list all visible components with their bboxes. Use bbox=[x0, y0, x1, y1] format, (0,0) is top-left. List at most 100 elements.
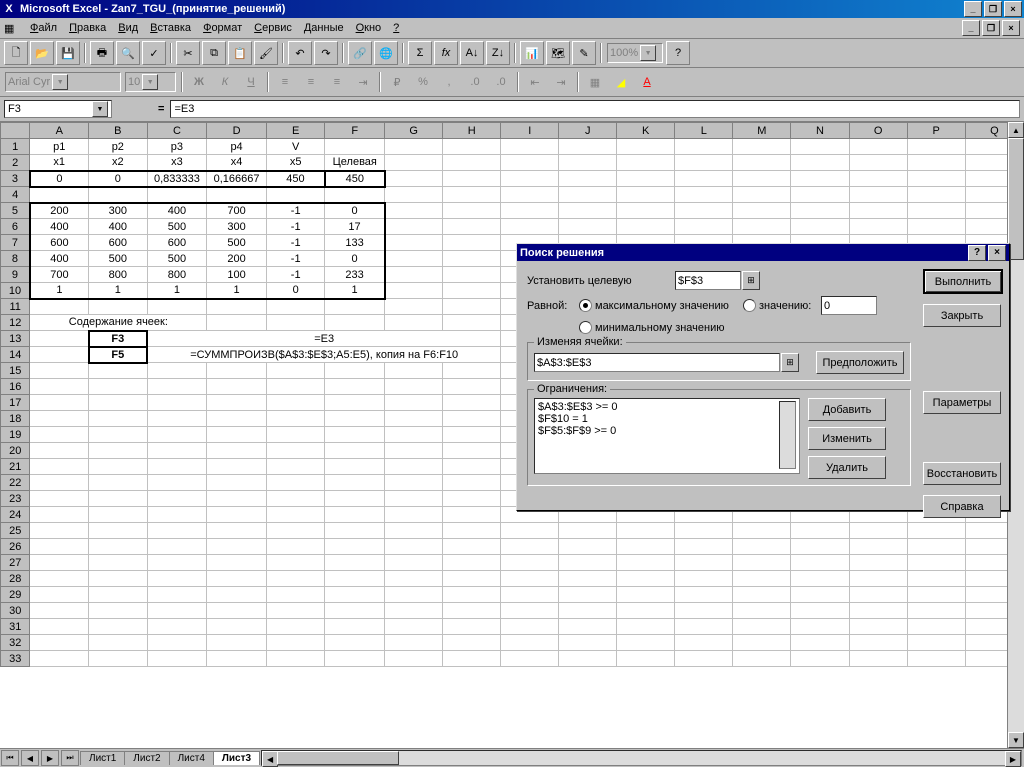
col-header-P[interactable]: P bbox=[907, 123, 965, 139]
cell-C21[interactable] bbox=[147, 459, 207, 475]
cell-A10[interactable]: 1 bbox=[30, 283, 89, 299]
cell-E11[interactable] bbox=[266, 299, 325, 315]
preview-button[interactable]: 🔍 bbox=[116, 41, 140, 65]
cell-K29[interactable] bbox=[617, 587, 675, 603]
cell-E32[interactable] bbox=[266, 635, 325, 651]
cell-B28[interactable] bbox=[89, 571, 148, 587]
cell-J3[interactable] bbox=[559, 171, 617, 187]
borders-button[interactable]: ▦ bbox=[583, 70, 607, 94]
cell-D26[interactable] bbox=[207, 539, 267, 555]
constraint-item[interactable]: $F$10 = 1 bbox=[538, 413, 796, 425]
col-header-C[interactable]: C bbox=[147, 123, 207, 139]
row-header-3[interactable]: 3 bbox=[1, 171, 30, 187]
cell-D20[interactable] bbox=[207, 443, 267, 459]
cell-J5[interactable] bbox=[559, 203, 617, 219]
cell-B22[interactable] bbox=[89, 475, 148, 491]
cell-D2[interactable]: x4 bbox=[207, 155, 267, 171]
cell-O29[interactable] bbox=[849, 587, 907, 603]
cell-G15[interactable] bbox=[385, 363, 443, 379]
cell-A12[interactable]: Содержание ячеек: bbox=[30, 315, 207, 331]
cell-C7[interactable]: 600 bbox=[147, 235, 207, 251]
solver-delete-button[interactable]: Удалить bbox=[808, 456, 886, 479]
cell-G3[interactable] bbox=[385, 171, 443, 187]
row-header-24[interactable]: 24 bbox=[1, 507, 30, 523]
tab-nav-last-button[interactable]: ⏭ bbox=[61, 750, 79, 766]
solver-guess-button[interactable]: Предположить bbox=[816, 351, 904, 374]
row-header-11[interactable]: 11 bbox=[1, 299, 30, 315]
select-all-button[interactable] bbox=[1, 123, 30, 139]
cell-A25[interactable] bbox=[30, 523, 89, 539]
tab-nav-next-button[interactable]: ▶ bbox=[41, 750, 59, 766]
cell-H7[interactable] bbox=[443, 235, 501, 251]
cell-E26[interactable] bbox=[266, 539, 325, 555]
cell-F16[interactable] bbox=[325, 379, 385, 395]
paste-button[interactable]: 📋 bbox=[228, 41, 252, 65]
cell-M29[interactable] bbox=[733, 587, 791, 603]
cell-C5[interactable]: 400 bbox=[147, 203, 207, 219]
cell-N25[interactable] bbox=[791, 523, 849, 539]
format-painter-button[interactable]: 🖌 bbox=[254, 41, 278, 65]
cell-E7[interactable]: -1 bbox=[266, 235, 325, 251]
cell-E22[interactable] bbox=[266, 475, 325, 491]
cell-G25[interactable] bbox=[385, 523, 443, 539]
cell-B7[interactable]: 600 bbox=[89, 235, 148, 251]
constraint-item[interactable]: $A$3:$E$3 >= 0 bbox=[538, 401, 796, 413]
cell-J33[interactable] bbox=[559, 651, 617, 667]
cell-O6[interactable] bbox=[849, 219, 907, 235]
cell-B15[interactable] bbox=[89, 363, 148, 379]
cell-O27[interactable] bbox=[849, 555, 907, 571]
cell-K5[interactable] bbox=[617, 203, 675, 219]
cell-E5[interactable]: -1 bbox=[266, 203, 325, 219]
cell-F3[interactable]: 450 bbox=[325, 171, 385, 187]
cell-N5[interactable] bbox=[791, 203, 849, 219]
cell-E18[interactable] bbox=[266, 411, 325, 427]
cell-G23[interactable] bbox=[385, 491, 443, 507]
row-header-7[interactable]: 7 bbox=[1, 235, 30, 251]
cell-H10[interactable] bbox=[443, 283, 501, 299]
cell-D5[interactable]: 700 bbox=[207, 203, 267, 219]
row-header-20[interactable]: 20 bbox=[1, 443, 30, 459]
cell-N31[interactable] bbox=[791, 619, 849, 635]
cell-A19[interactable] bbox=[30, 427, 89, 443]
cell-P25[interactable] bbox=[907, 523, 965, 539]
cell-B5[interactable]: 300 bbox=[89, 203, 148, 219]
cell-O5[interactable] bbox=[849, 203, 907, 219]
cell-P33[interactable] bbox=[907, 651, 965, 667]
cell-O2[interactable] bbox=[849, 155, 907, 171]
cell-P30[interactable] bbox=[907, 603, 965, 619]
cell-G12[interactable] bbox=[385, 315, 443, 331]
cell-G7[interactable] bbox=[385, 235, 443, 251]
cell-A1[interactable]: p1 bbox=[30, 139, 89, 155]
cell-F17[interactable] bbox=[325, 395, 385, 411]
cell-F21[interactable] bbox=[325, 459, 385, 475]
cell-H16[interactable] bbox=[443, 379, 501, 395]
row-header-14[interactable]: 14 bbox=[1, 347, 30, 363]
cell-P4[interactable] bbox=[907, 187, 965, 203]
cell-D10[interactable]: 1 bbox=[207, 283, 267, 299]
tab-nav-first-button[interactable]: ⏮ bbox=[1, 750, 19, 766]
row-header-23[interactable]: 23 bbox=[1, 491, 30, 507]
cell-P2[interactable] bbox=[907, 155, 965, 171]
cell-C29[interactable] bbox=[147, 587, 207, 603]
cell-L5[interactable] bbox=[675, 203, 733, 219]
save-button[interactable]: 💾 bbox=[56, 41, 80, 65]
cell-K32[interactable] bbox=[617, 635, 675, 651]
cell-D3[interactable]: 0,166667 bbox=[207, 171, 267, 187]
cell-I3[interactable] bbox=[501, 171, 559, 187]
menu-?[interactable]: ? bbox=[387, 21, 405, 35]
solver-target-input[interactable]: $F$3 bbox=[675, 271, 741, 290]
sheet-tab-Лист4[interactable]: Лист4 bbox=[169, 751, 214, 765]
cell-F7[interactable]: 133 bbox=[325, 235, 385, 251]
cell-B31[interactable] bbox=[89, 619, 148, 635]
cell-F12[interactable] bbox=[325, 315, 385, 331]
cell-N29[interactable] bbox=[791, 587, 849, 603]
col-header-L[interactable]: L bbox=[675, 123, 733, 139]
cell-B17[interactable] bbox=[89, 395, 148, 411]
cell-F11[interactable] bbox=[325, 299, 385, 315]
cell-J2[interactable] bbox=[559, 155, 617, 171]
cell-P6[interactable] bbox=[907, 219, 965, 235]
cell-B11[interactable] bbox=[89, 299, 148, 315]
web-toolbar-button[interactable]: 🌐 bbox=[374, 41, 398, 65]
col-header-F[interactable]: F bbox=[325, 123, 385, 139]
cell-K1[interactable] bbox=[617, 139, 675, 155]
